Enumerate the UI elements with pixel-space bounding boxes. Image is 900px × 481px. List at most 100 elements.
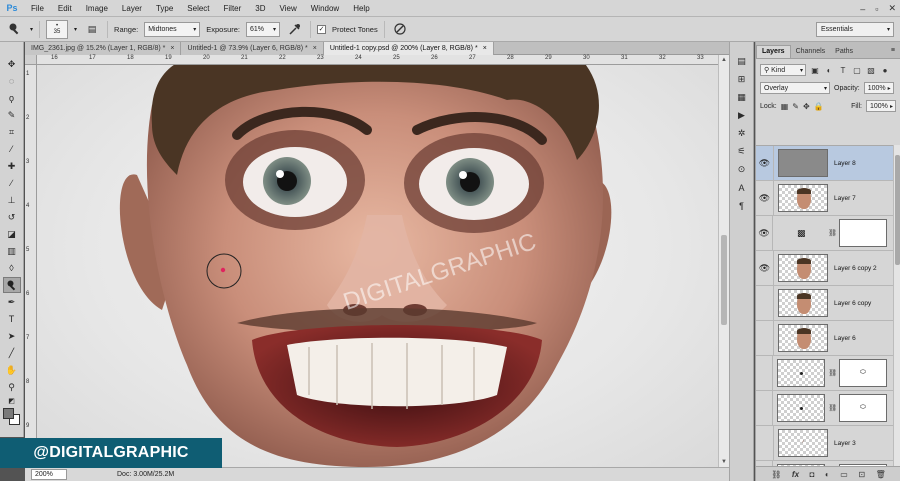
visibility-toggle[interactable] — [756, 390, 774, 426]
brush-dropdown-icon[interactable]: ▾ — [74, 26, 77, 33]
panel-menu-icon[interactable]: ≡ — [886, 47, 900, 58]
menu-3d[interactable]: 3D — [248, 4, 272, 13]
layer-row-layer-6-copy-2[interactable]: 👁 Layer 6 copy 2 — [756, 250, 893, 286]
layer-row-layer-8[interactable]: 👁 Layer 8 — [756, 146, 893, 181]
shape-filter-icon[interactable]: ▢ — [852, 65, 862, 75]
blur-tool-icon[interactable]: ◊ — [3, 260, 21, 276]
move-tool-icon[interactable]: ✥ — [3, 56, 21, 72]
tab-untitled-1-copy[interactable]: Untitled-1 copy.psd @ 200% (Layer 8, RGB… — [323, 42, 494, 55]
layer-mask-thumbnail[interactable]: ⬭ — [839, 394, 887, 422]
layer-row-masked[interactable]: ⛓ ⬭ — [756, 355, 893, 391]
burn-tool-preset-icon[interactable] — [6, 21, 24, 37]
add-mask-icon[interactable]: ◘ — [810, 470, 815, 479]
minimize-icon[interactable]: – — [860, 4, 865, 14]
pixel-filter-icon[interactable]: ▣ — [810, 65, 820, 75]
layer-row-layer-7[interactable]: 👁 Layer 7 — [756, 180, 893, 216]
brush-panel-icon[interactable]: ⚟ — [733, 144, 751, 159]
lock-transparent-icon[interactable]: ▦ — [781, 102, 789, 111]
marquee-tool-icon[interactable]: ◌ — [3, 73, 21, 89]
adjustment-filter-icon[interactable]: ◐ — [824, 65, 834, 75]
menu-select[interactable]: Select — [180, 4, 216, 13]
visibility-eye-icon[interactable]: 👁 — [756, 250, 774, 286]
menu-view[interactable]: View — [273, 4, 304, 13]
scrollbar-thumb[interactable] — [895, 155, 900, 265]
line-tool-icon[interactable]: ╱ — [3, 345, 21, 361]
tab-untitled-1[interactable]: Untitled-1 @ 73.9% (Layer 6, RGB/8) * × — [181, 42, 324, 55]
tab-channels[interactable]: Channels — [791, 46, 831, 58]
layers-scrollbar[interactable] — [893, 145, 900, 466]
brush-tool-icon[interactable]: ∕ — [3, 175, 21, 191]
visibility-eye-icon[interactable]: 👁 — [756, 215, 774, 251]
airbrush-icon[interactable] — [286, 21, 304, 37]
info-panel-icon[interactable]: ▦ — [733, 90, 751, 105]
layer-mask-thumbnail[interactable] — [839, 219, 887, 247]
layer-mask-thumbnail[interactable]: ⬭ — [839, 359, 887, 387]
quick-selection-tool-icon[interactable]: ✎ — [3, 107, 21, 123]
lock-image-icon[interactable]: ✎ — [792, 102, 799, 111]
scroll-up-icon[interactable]: ▲ — [721, 57, 727, 63]
lock-all-icon[interactable]: 🔒 — [814, 102, 824, 111]
close-icon[interactable]: × — [483, 45, 487, 52]
foreground-color-swatch[interactable] — [2, 408, 14, 419]
document-canvas[interactable]: DIGITALGRAPHIC — [37, 65, 718, 467]
close-icon[interactable]: × — [313, 45, 317, 52]
zoom-level-field[interactable]: 200% — [31, 469, 67, 480]
protect-tones-checkbox[interactable]: ✓ — [317, 24, 326, 34]
horizontal-ruler[interactable]: 16 17 18 19 20 21 22 23 24 25 26 27 28 2… — [37, 55, 718, 65]
history-brush-tool-icon[interactable]: ↺ — [3, 209, 21, 225]
layer-row-layer-6[interactable]: Layer 6 — [756, 320, 893, 356]
range-select[interactable]: Midtones ▾ — [144, 21, 201, 37]
new-layer-icon[interactable]: ⊡ — [858, 470, 865, 479]
opacity-input[interactable]: 100% ▸ — [863, 82, 894, 94]
ruler-origin[interactable] — [25, 55, 37, 65]
history-panel-icon[interactable]: ▤ — [733, 54, 751, 69]
eyedropper-tool-icon[interactable]: ⁄ — [3, 141, 21, 157]
clone-source-panel-icon[interactable]: ⊙ — [733, 162, 751, 177]
workspace-select[interactable]: Essentials ▾ — [816, 22, 894, 37]
menu-edit[interactable]: Edit — [51, 4, 79, 13]
visibility-eye-icon[interactable]: 👁 — [756, 180, 774, 216]
blend-mode-select[interactable]: Overlay ▾ — [760, 82, 830, 94]
layer-row-masked[interactable]: ⛓ ⬭ — [756, 390, 893, 426]
vertical-ruler[interactable]: 1 2 3 4 5 6 7 8 9 — [25, 65, 37, 467]
menu-type[interactable]: Type — [149, 4, 180, 13]
layer-row-adjustment[interactable]: 👁 ▩ ⛓ — [756, 215, 893, 251]
brush-presets-panel-icon[interactable]: ✲ — [733, 126, 751, 141]
visibility-eye-icon[interactable]: 👁 — [756, 146, 774, 181]
menu-help[interactable]: Help — [346, 4, 376, 13]
burn-tool-icon[interactable] — [2, 277, 21, 293]
visibility-toggle[interactable] — [756, 425, 774, 461]
visibility-toggle[interactable] — [756, 320, 774, 356]
close-icon[interactable]: × — [170, 45, 174, 52]
adjustment-layer-icon[interactable]: ◐ — [825, 470, 830, 479]
paragraph-panel-icon[interactable]: ¶ — [733, 198, 751, 213]
mask-link-icon[interactable]: ⛓ — [828, 369, 837, 377]
visibility-toggle[interactable] — [756, 285, 774, 321]
canvas-vertical-scrollbar[interactable]: ▲ ▼ — [718, 55, 729, 467]
fill-input[interactable]: 100% ▸ — [866, 100, 896, 112]
lock-position-icon[interactable]: ✥ — [803, 102, 810, 111]
menu-image[interactable]: Image — [79, 4, 115, 13]
delete-layer-icon[interactable]: 🗑 — [876, 470, 886, 479]
tablet-pressure-icon[interactable] — [391, 21, 409, 37]
visibility-toggle[interactable] — [756, 355, 774, 391]
layer-style-icon[interactable]: fx — [792, 470, 799, 479]
mask-link-icon[interactable]: ⛓ — [828, 404, 837, 412]
filter-toggle-icon[interactable]: ● — [880, 65, 890, 75]
zoom-tool-icon[interactable]: ⚲ — [3, 379, 21, 395]
tab-paths[interactable]: Paths — [830, 46, 858, 58]
preset-dropdown-icon[interactable]: ▾ — [30, 26, 33, 33]
close-icon[interactable]: ✕ — [888, 3, 896, 14]
gradient-tool-icon[interactable]: ▥ — [3, 243, 21, 259]
brush-panel-icon[interactable]: ▤ — [83, 21, 101, 37]
layer-row-layer-6-copy[interactable]: Layer 6 copy — [756, 285, 893, 321]
menu-layer[interactable]: Layer — [115, 4, 149, 13]
default-colors-icon[interactable]: ◩ — [3, 396, 21, 405]
link-layers-icon[interactable]: ⛓ — [771, 470, 781, 479]
properties-panel-icon[interactable]: ⊞ — [733, 72, 751, 87]
scroll-down-icon[interactable]: ▼ — [721, 459, 727, 465]
menu-filter[interactable]: Filter — [217, 4, 249, 13]
smart-object-filter-icon[interactable]: ▧ — [866, 65, 876, 75]
color-swatches[interactable] — [2, 408, 21, 426]
character-panel-icon[interactable]: A — [733, 180, 751, 195]
